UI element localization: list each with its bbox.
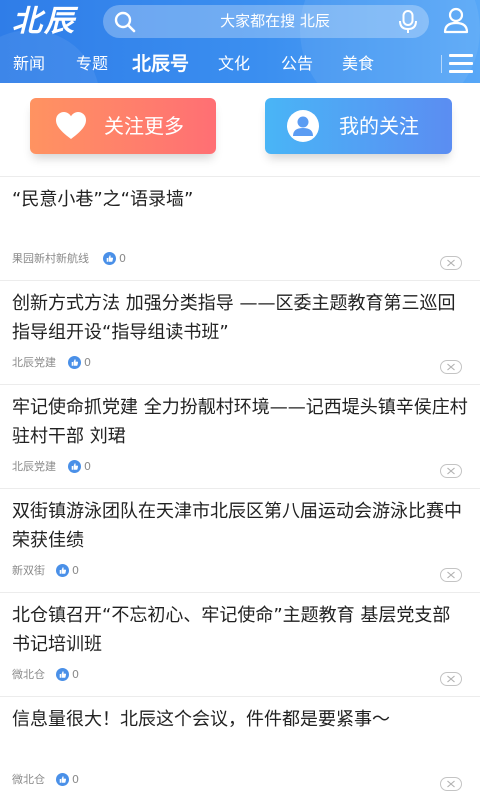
article-source: 果园新村新航线 [12, 252, 89, 265]
thumbs-up-icon [68, 460, 81, 473]
tab-culture[interactable]: 文化 [218, 45, 250, 83]
thumbs-up-icon [68, 356, 81, 369]
microphone-icon[interactable] [397, 10, 419, 34]
nav-divider [441, 55, 442, 73]
dismiss-icon[interactable] [440, 360, 462, 374]
article-source: 北辰党建 [12, 460, 56, 473]
article-item[interactable]: 牢记使命抓党建 全力扮靓村环境——记西堤头镇辛侯庄村驻村干部 刘珺 北辰党建 0 [0, 385, 480, 489]
my-follow-label: 我的关注 [339, 114, 419, 138]
dismiss-icon[interactable] [440, 256, 462, 270]
hamburger-menu-icon[interactable] [449, 54, 473, 74]
like-count-value: 0 [84, 356, 91, 369]
my-follow-button[interactable]: 我的关注 [265, 98, 452, 154]
article-source: 微北仓 [12, 668, 45, 681]
follow-more-label: 关注更多 [104, 114, 184, 138]
tab-notices[interactable]: 公告 [281, 45, 313, 83]
article-item[interactable]: 信息量很大！北辰这个会议，件件都是要紧事～ 微北仓 0 [0, 697, 480, 800]
tab-topics[interactable]: 专题 [76, 45, 108, 83]
tab-beichen-accounts[interactable]: 北辰号 [132, 45, 189, 83]
like-count-value: 0 [84, 460, 91, 473]
article-source: 新双街 [12, 564, 45, 577]
like-count-value: 0 [72, 773, 79, 786]
user-profile-icon[interactable] [442, 6, 470, 34]
article-title[interactable]: 北仓镇召开“不忘初心、牢记使命”主题教育 基层党支部书记培训班 [12, 601, 468, 659]
dismiss-icon[interactable] [440, 568, 462, 582]
thumbs-up-icon [56, 773, 69, 786]
dismiss-icon[interactable] [440, 464, 462, 478]
article-item[interactable]: “民意小巷”之“语录墙” 果园新村新航线 0 [0, 177, 480, 281]
app-logo[interactable]: 北辰 [12, 2, 76, 42]
tab-food[interactable]: 美食 [342, 45, 374, 83]
dismiss-icon[interactable] [440, 777, 462, 791]
follow-more-button[interactable]: 关注更多 [30, 98, 216, 154]
thumbs-up-icon [56, 668, 69, 681]
article-title[interactable]: 双街镇游泳团队在天津市北辰区第八届运动会游泳比赛中荣获佳绩 [12, 497, 468, 555]
article-feed: “民意小巷”之“语录墙” 果园新村新航线 0 创新方式方法 加强分类指导 ——区… [0, 177, 480, 800]
article-title[interactable]: 牢记使命抓党建 全力扮靓村环境——记西堤头镇辛侯庄村驻村干部 刘珺 [12, 393, 468, 451]
article-item[interactable]: 创新方式方法 加强分类指导 ——区委主题教育第三巡回指导组开设“指导组读书班” … [0, 281, 480, 385]
article-item[interactable]: 双街镇游泳团队在天津市北辰区第八届运动会游泳比赛中荣获佳绩 新双街 0 [0, 489, 480, 593]
dismiss-icon[interactable] [440, 672, 462, 686]
tab-news[interactable]: 新闻 [13, 45, 45, 83]
article-title[interactable]: 信息量很大！北辰这个会议，件件都是要紧事～ [12, 705, 468, 734]
article-title[interactable]: “民意小巷”之“语录墙” [12, 185, 468, 214]
app-header: 北辰 大家都在搜 北辰 新闻 专题 北辰号 文化 公告 美食 [0, 0, 480, 83]
search-placeholder: 大家都在搜 北辰 [220, 12, 330, 30]
search-bar[interactable]: 大家都在搜 北辰 [103, 5, 429, 38]
article-source: 微北仓 [12, 773, 45, 786]
article-item[interactable]: 北仓镇召开“不忘初心、牢记使命”主题教育 基层党支部书记培训班 微北仓 0 [0, 593, 480, 697]
user-circle-icon [287, 110, 319, 142]
article-title[interactable]: 创新方式方法 加强分类指导 ——区委主题教育第三巡回指导组开设“指导组读书班” [12, 289, 468, 347]
follow-actions: 关注更多 我的关注 [0, 83, 480, 177]
like-count-value: 0 [119, 252, 126, 265]
thumbs-up-icon [56, 564, 69, 577]
like-count-value: 0 [72, 564, 79, 577]
heart-icon [56, 112, 86, 139]
like-count-value: 0 [72, 668, 79, 681]
thumbs-up-icon [103, 252, 116, 265]
article-source: 北辰党建 [12, 356, 56, 369]
category-nav: 新闻 专题 北辰号 文化 公告 美食 [0, 45, 440, 83]
